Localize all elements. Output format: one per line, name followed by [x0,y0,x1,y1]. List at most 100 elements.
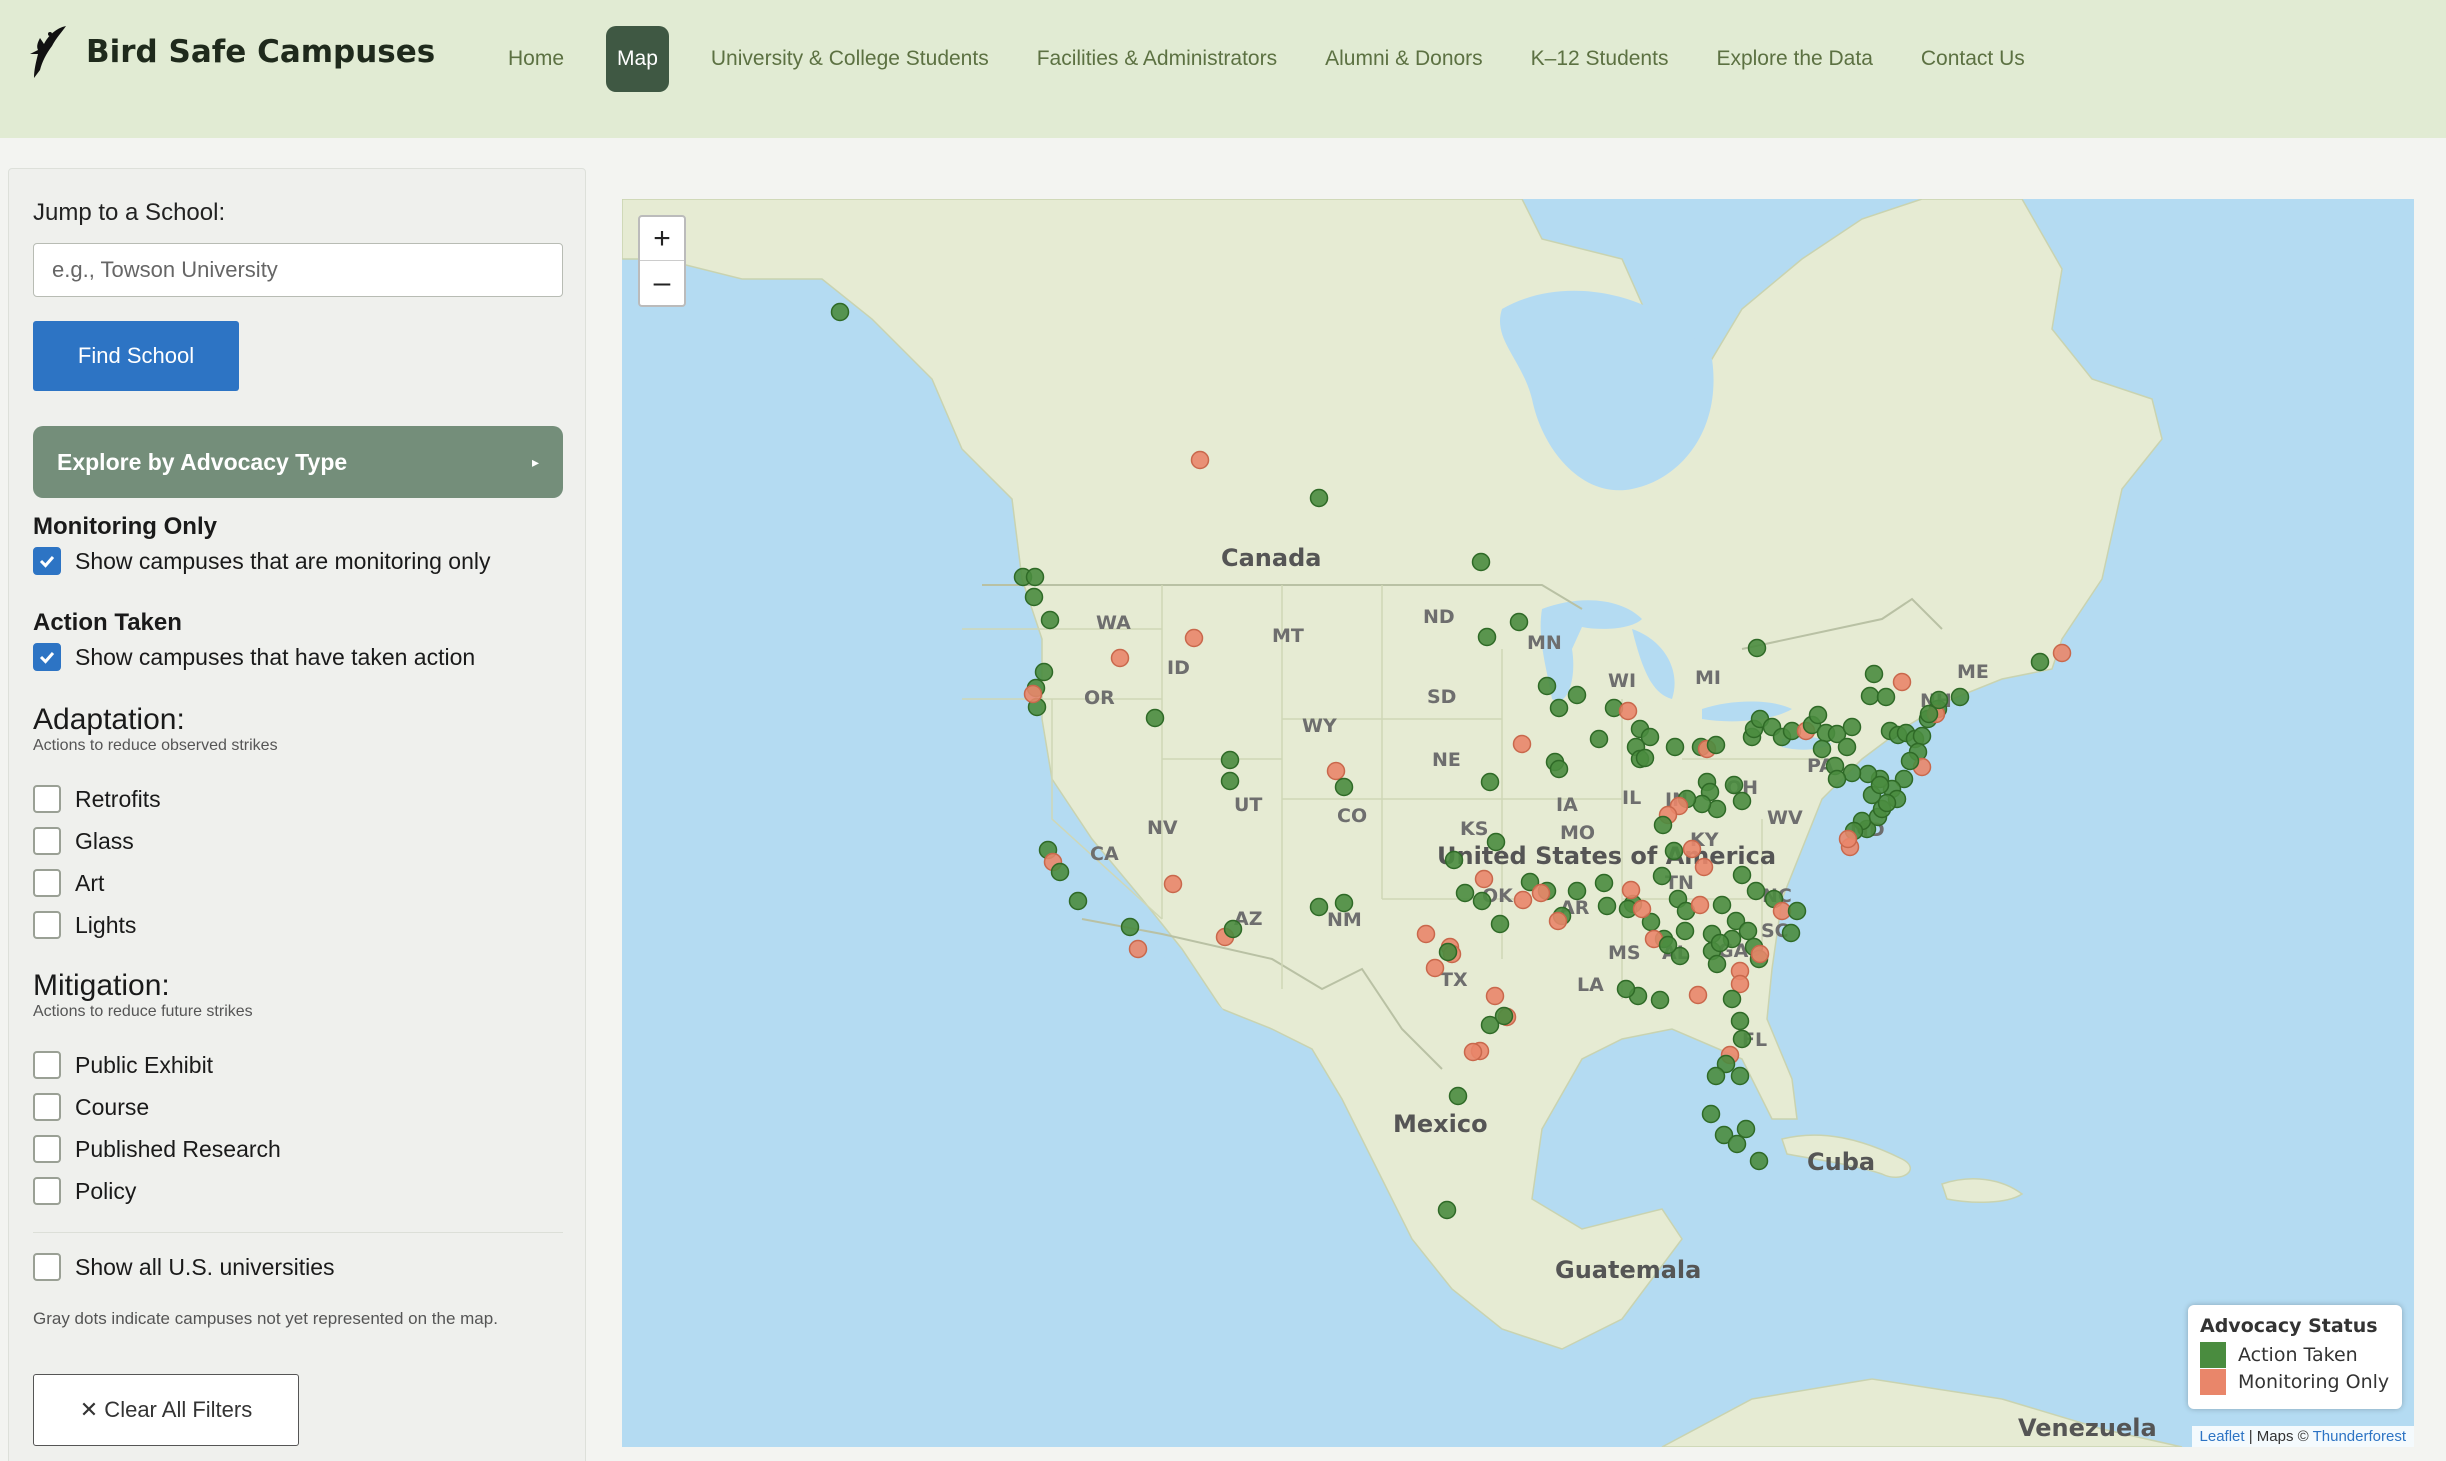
brand[interactable]: Bird Safe Campuses [26,22,435,82]
campus-marker-action[interactable] [1437,1200,1457,1220]
campus-marker-action[interactable] [1749,1151,1769,1171]
campus-marker-action[interactable] [1309,897,1329,917]
campus-marker-monitoring[interactable] [1531,883,1551,903]
campus-marker-action[interactable] [830,302,850,322]
lights-checkbox[interactable] [33,911,61,939]
campus-marker-action[interactable] [1950,687,1970,707]
campus-marker-monitoring[interactable] [1892,672,1912,692]
campus-marker-action[interactable] [1220,771,1240,791]
campus-marker-monitoring[interactable] [1416,924,1436,944]
published-research-checkbox[interactable] [33,1135,61,1163]
campus-marker-action[interactable] [1567,881,1587,901]
monitoring-checkbox-row[interactable]: Show campuses that are monitoring only [33,545,491,577]
campus-marker-action[interactable] [1781,923,1801,943]
glass-checkbox[interactable] [33,827,61,855]
campus-marker-action[interactable] [1787,901,1807,921]
filter-policy[interactable]: Policy [33,1175,136,1207]
campus-marker-action[interactable] [1567,685,1587,705]
campus-marker-monitoring[interactable] [1694,857,1714,877]
filter-published-research[interactable]: Published Research [33,1133,281,1165]
campus-marker-action[interactable] [1455,883,1475,903]
campus-marker-action[interactable] [1509,612,1529,632]
filter-retrofits[interactable]: Retrofits [33,783,161,815]
campus-marker-action[interactable] [1652,866,1672,886]
campus-marker-monitoring[interactable] [1838,829,1858,849]
campus-marker-monitoring[interactable] [2052,643,2072,663]
nav-facilities[interactable]: Facilities & Administrators [1013,26,1301,92]
campus-marker-action[interactable] [1635,748,1655,768]
campus-marker-action[interactable] [1589,729,1609,749]
campus-marker-monitoring[interactable] [1326,761,1346,781]
campus-marker-monitoring[interactable] [1512,734,1532,754]
campus-marker-action[interactable] [1701,1104,1721,1124]
campus-marker-action[interactable] [1842,717,1862,737]
campus-marker-monitoring[interactable] [1128,939,1148,959]
campus-marker-action[interactable] [1594,873,1614,893]
campus-marker-action[interactable] [1145,708,1165,728]
campus-marker-monitoring[interactable] [1110,648,1130,668]
campus-marker-action[interactable] [1724,775,1744,795]
campus-marker-action[interactable] [1664,841,1684,861]
campus-marker-action[interactable] [1900,751,1920,771]
monitoring-checkbox[interactable] [33,547,61,575]
nav-k12[interactable]: K–12 Students [1507,26,1693,92]
campus-marker-action[interactable] [1864,664,1884,684]
campus-marker-monitoring[interactable] [1463,1042,1483,1062]
campus-marker-action[interactable] [1929,690,1949,710]
campus-marker-action[interactable] [1494,1006,1514,1026]
campus-marker-action[interactable] [1120,917,1140,937]
campus-marker-monitoring[interactable] [1682,839,1702,859]
school-search-input[interactable] [33,243,563,297]
campus-marker-monitoring[interactable] [1163,874,1183,894]
zoom-out-button[interactable]: – [640,261,684,305]
filter-course[interactable]: Course [33,1091,149,1123]
campus-marker-action[interactable] [1040,610,1060,630]
campus-marker-monitoring[interactable] [1621,880,1641,900]
campus-marker-monitoring[interactable] [1688,985,1708,1005]
clear-filters-button[interactable]: ✕ Clear All Filters [33,1374,299,1446]
campus-marker-action[interactable] [1877,793,1897,813]
campus-marker-action[interactable] [1747,638,1767,658]
thunderforest-link[interactable]: Thunderforest [2313,1428,2406,1445]
campus-marker-action[interactable] [1912,726,1932,746]
campus-marker-action[interactable] [1025,567,1045,587]
course-checkbox[interactable] [33,1093,61,1121]
campus-marker-action[interactable] [1616,979,1636,999]
campus-marker-action[interactable] [1472,891,1492,911]
public-exhibit-checkbox[interactable] [33,1051,61,1079]
campus-marker-monitoring[interactable] [1730,974,1750,994]
nav-university-students[interactable]: University & College Students [687,26,1013,92]
campus-marker-monitoring[interactable] [1548,911,1568,931]
campus-marker-action[interactable] [1444,850,1464,870]
campus-marker-action[interactable] [1706,1066,1726,1086]
action-checkbox-row[interactable]: Show campuses that have taken action [33,641,475,673]
campus-marker-action[interactable] [1812,739,1832,759]
campus-marker-monitoring[interactable] [1425,958,1445,978]
campus-marker-action[interactable] [1727,1134,1747,1154]
campus-marker-monitoring[interactable] [1690,895,1710,915]
retrofits-checkbox[interactable] [33,785,61,813]
campus-marker-action[interactable] [1486,832,1506,852]
zoom-in-button[interactable]: + [640,217,684,261]
campus-marker-action[interactable] [1334,893,1354,913]
leaflet-link[interactable]: Leaflet [2200,1428,2245,1445]
filter-glass[interactable]: Glass [33,825,134,857]
filter-art[interactable]: Art [33,867,104,899]
campus-marker-action[interactable] [1860,686,1880,706]
show-all-checkbox[interactable] [33,1253,61,1281]
campus-marker-action[interactable] [1024,587,1044,607]
campus-marker-action[interactable] [1223,919,1243,939]
campus-marker-action[interactable] [1730,1066,1750,1086]
basemap[interactable]: WAORIDMTNDMNSDWYNECANVUT COKS MOAZ NMTXOKAR… [622,199,2414,1447]
campus-marker-action[interactable] [1707,954,1727,974]
campus-marker-action[interactable] [1537,676,1557,696]
campus-marker-action[interactable] [1480,772,1500,792]
campus-marker-action[interactable] [1722,989,1742,1009]
nav-home[interactable]: Home [484,26,588,92]
campus-marker-action[interactable] [1549,759,1569,779]
campus-marker-action[interactable] [1738,921,1758,941]
nav-map[interactable]: Map [606,26,669,92]
filter-public-exhibit[interactable]: Public Exhibit [33,1049,213,1081]
campus-marker-action[interactable] [1870,775,1890,795]
campus-marker-monitoring[interactable] [1485,986,1505,1006]
